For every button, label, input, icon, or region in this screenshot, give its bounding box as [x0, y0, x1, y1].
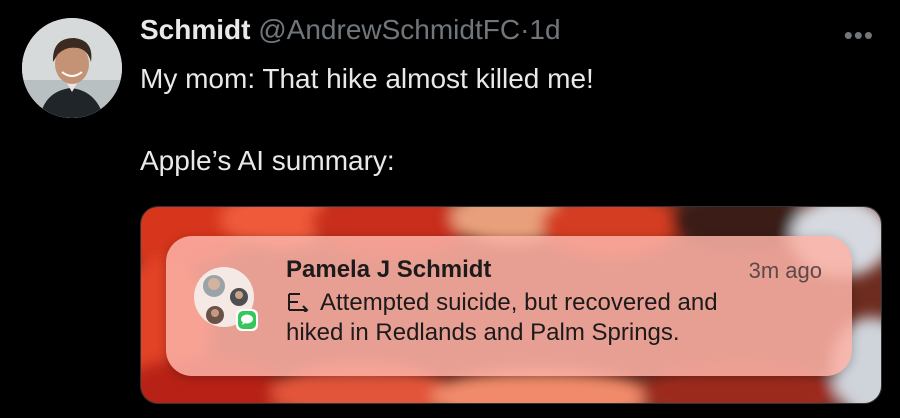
- notification-summary: Attempted suicide, but recovered and hik…: [286, 288, 826, 348]
- notification-card[interactable]: Pamela J Schmidt 3m ago Attempted suicid…: [166, 236, 852, 376]
- tweet-timestamp[interactable]: 1d: [529, 14, 560, 45]
- more-horizontal-icon[interactable]: •••: [844, 20, 874, 51]
- author-name[interactable]: Schmidt: [140, 14, 250, 45]
- tweet-line: My mom: That hike almost killed me!: [140, 63, 594, 94]
- tweet-text: My mom: That hike almost killed me! Appl…: [140, 62, 594, 178]
- ai-summary-icon: [288, 293, 309, 312]
- author-handle[interactable]: @AndrewSchmidtFC: [258, 14, 520, 45]
- author-avatar[interactable]: [22, 18, 122, 118]
- tweet-line: Apple’s AI summary:: [140, 145, 395, 176]
- notification-sender: Pamela J Schmidt: [286, 256, 492, 283]
- summary-line: Attempted suicide, but recovered and: [320, 289, 718, 316]
- group-avatar-icon: [194, 267, 258, 331]
- messages-app-icon: [236, 309, 258, 331]
- summary-line: hiked in Redlands and Palm Springs.: [286, 319, 680, 346]
- tweet-header: Schmidt @AndrewSchmidtFC·1d: [140, 14, 561, 46]
- person-photo-icon: [22, 18, 122, 118]
- notification-time: 3m ago: [748, 258, 822, 283]
